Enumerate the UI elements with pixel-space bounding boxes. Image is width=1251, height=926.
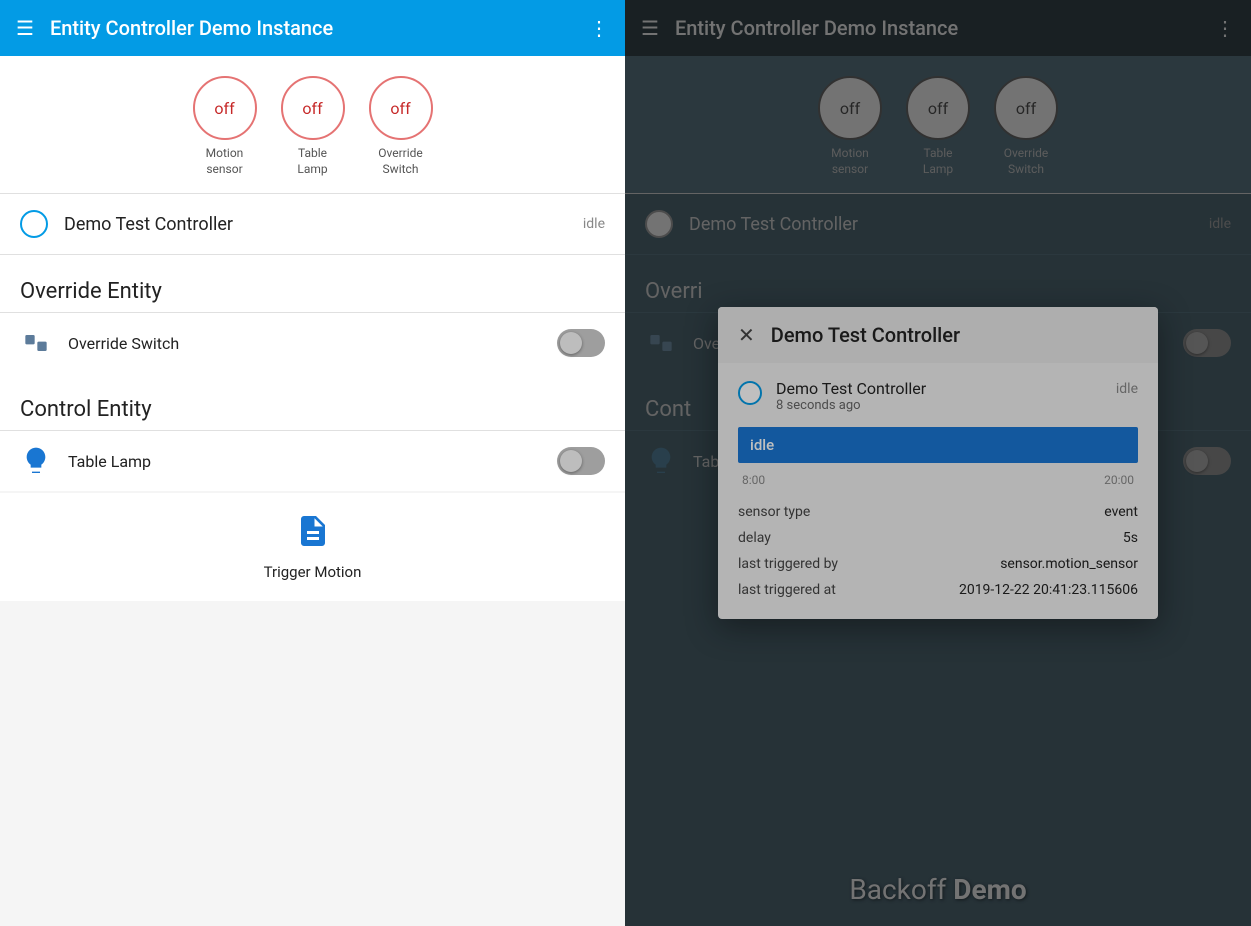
switch-icon-left [20,327,52,359]
dialog-controller-info: Demo Test Controller 8 seconds ago [776,379,1102,413]
info-val-delay: 5s [1123,530,1138,546]
state-bar: idle [738,427,1138,463]
left-override-heading: Override Entity [0,255,625,312]
info-row-last-triggered-at: last triggered at 2019-12-22 20:41:23.11… [738,577,1138,603]
left-trigger-section[interactable]: Trigger Motion [0,493,625,601]
state-bar-timeline: 8:00 20:00 [738,469,1138,491]
circle-table-lamp-left[interactable]: off TableLamp [281,76,345,177]
left-control-name: Table Lamp [68,452,541,471]
dialog-header: ✕ Demo Test Controller [718,307,1158,363]
circle-badge-override-left: off [369,76,433,140]
dialog-controller-status: idle [1116,379,1138,397]
left-controller-status: idle [583,216,605,232]
left-override-name: Override Switch [68,334,541,353]
dialog-controller-row: Demo Test Controller 8 seconds ago idle [738,379,1138,413]
trigger-icon-left [295,513,331,557]
dialog-body: Demo Test Controller 8 seconds ago idle … [718,363,1158,619]
left-controller-row[interactable]: Demo Test Controller idle [0,194,625,255]
circle-override-switch-left[interactable]: off OverrideSwitch [369,76,433,177]
circle-badge-lamp-left: off [281,76,345,140]
more-icon-left[interactable]: ⋮ [589,16,609,40]
dialog-title: Demo Test Controller [771,323,960,347]
circle-badge-motion-left: off [193,76,257,140]
dialog-controller-time: 8 seconds ago [776,398,1102,413]
timeline-end: 20:00 [1104,473,1134,487]
left-topbar: ☰ Entity Controller Demo Instance ⋮ [0,0,625,56]
right-panel: ☰ Entity Controller Demo Instance ⋮ off … [625,0,1251,926]
info-key-last-triggered-at: last triggered at [738,582,836,598]
dialog: ✕ Demo Test Controller Demo Test Control… [718,307,1158,619]
controller-circle-left [20,210,48,238]
left-app-title: Entity Controller Demo Instance [50,16,589,40]
state-bar-container: idle [738,427,1138,463]
state-bar-label: idle [750,436,774,454]
circle-motion-sensor-left[interactable]: off Motionsensor [193,76,257,177]
left-control-row: Table Lamp [0,430,625,491]
info-row-delay: delay 5s [738,525,1138,551]
info-key-sensor-type: sensor type [738,504,810,520]
circle-label-lamp-left: TableLamp [297,146,327,177]
timeline-start: 8:00 [742,473,765,487]
bulb-icon-left [20,445,52,477]
left-circles-section: off Motionsensor off TableLamp off Overr… [0,56,625,194]
dialog-close-button[interactable]: ✕ [738,323,755,347]
left-trigger-label: Trigger Motion [264,563,362,581]
info-key-last-triggered-by: last triggered by [738,556,838,572]
left-panel: ☰ Entity Controller Demo Instance ⋮ off … [0,0,625,926]
dialog-controller-name: Demo Test Controller [776,379,1102,398]
circle-label-override-left: OverrideSwitch [378,146,423,177]
dialog-controller-circle [738,381,762,405]
hamburger-icon[interactable]: ☰ [16,16,34,40]
info-row-sensor-type: sensor type event [738,499,1138,525]
info-table: sensor type event delay 5s last triggere… [738,499,1138,603]
left-control-toggle[interactable] [557,447,605,475]
left-control-heading: Control Entity [0,373,625,430]
left-override-row: Override Switch [0,312,625,373]
info-key-delay: delay [738,530,771,546]
info-val-last-triggered-by: sensor.motion_sensor [1000,556,1138,572]
info-val-last-triggered-at: 2019-12-22 20:41:23.115606 [959,582,1138,598]
info-row-last-triggered-by: last triggered by sensor.motion_sensor [738,551,1138,577]
info-val-sensor-type: event [1104,504,1138,520]
dialog-overlay: ✕ Demo Test Controller Demo Test Control… [625,0,1251,926]
left-controller-name: Demo Test Controller [64,214,567,235]
left-override-toggle[interactable] [557,329,605,357]
circle-label-motion-left: Motionsensor [206,146,244,177]
